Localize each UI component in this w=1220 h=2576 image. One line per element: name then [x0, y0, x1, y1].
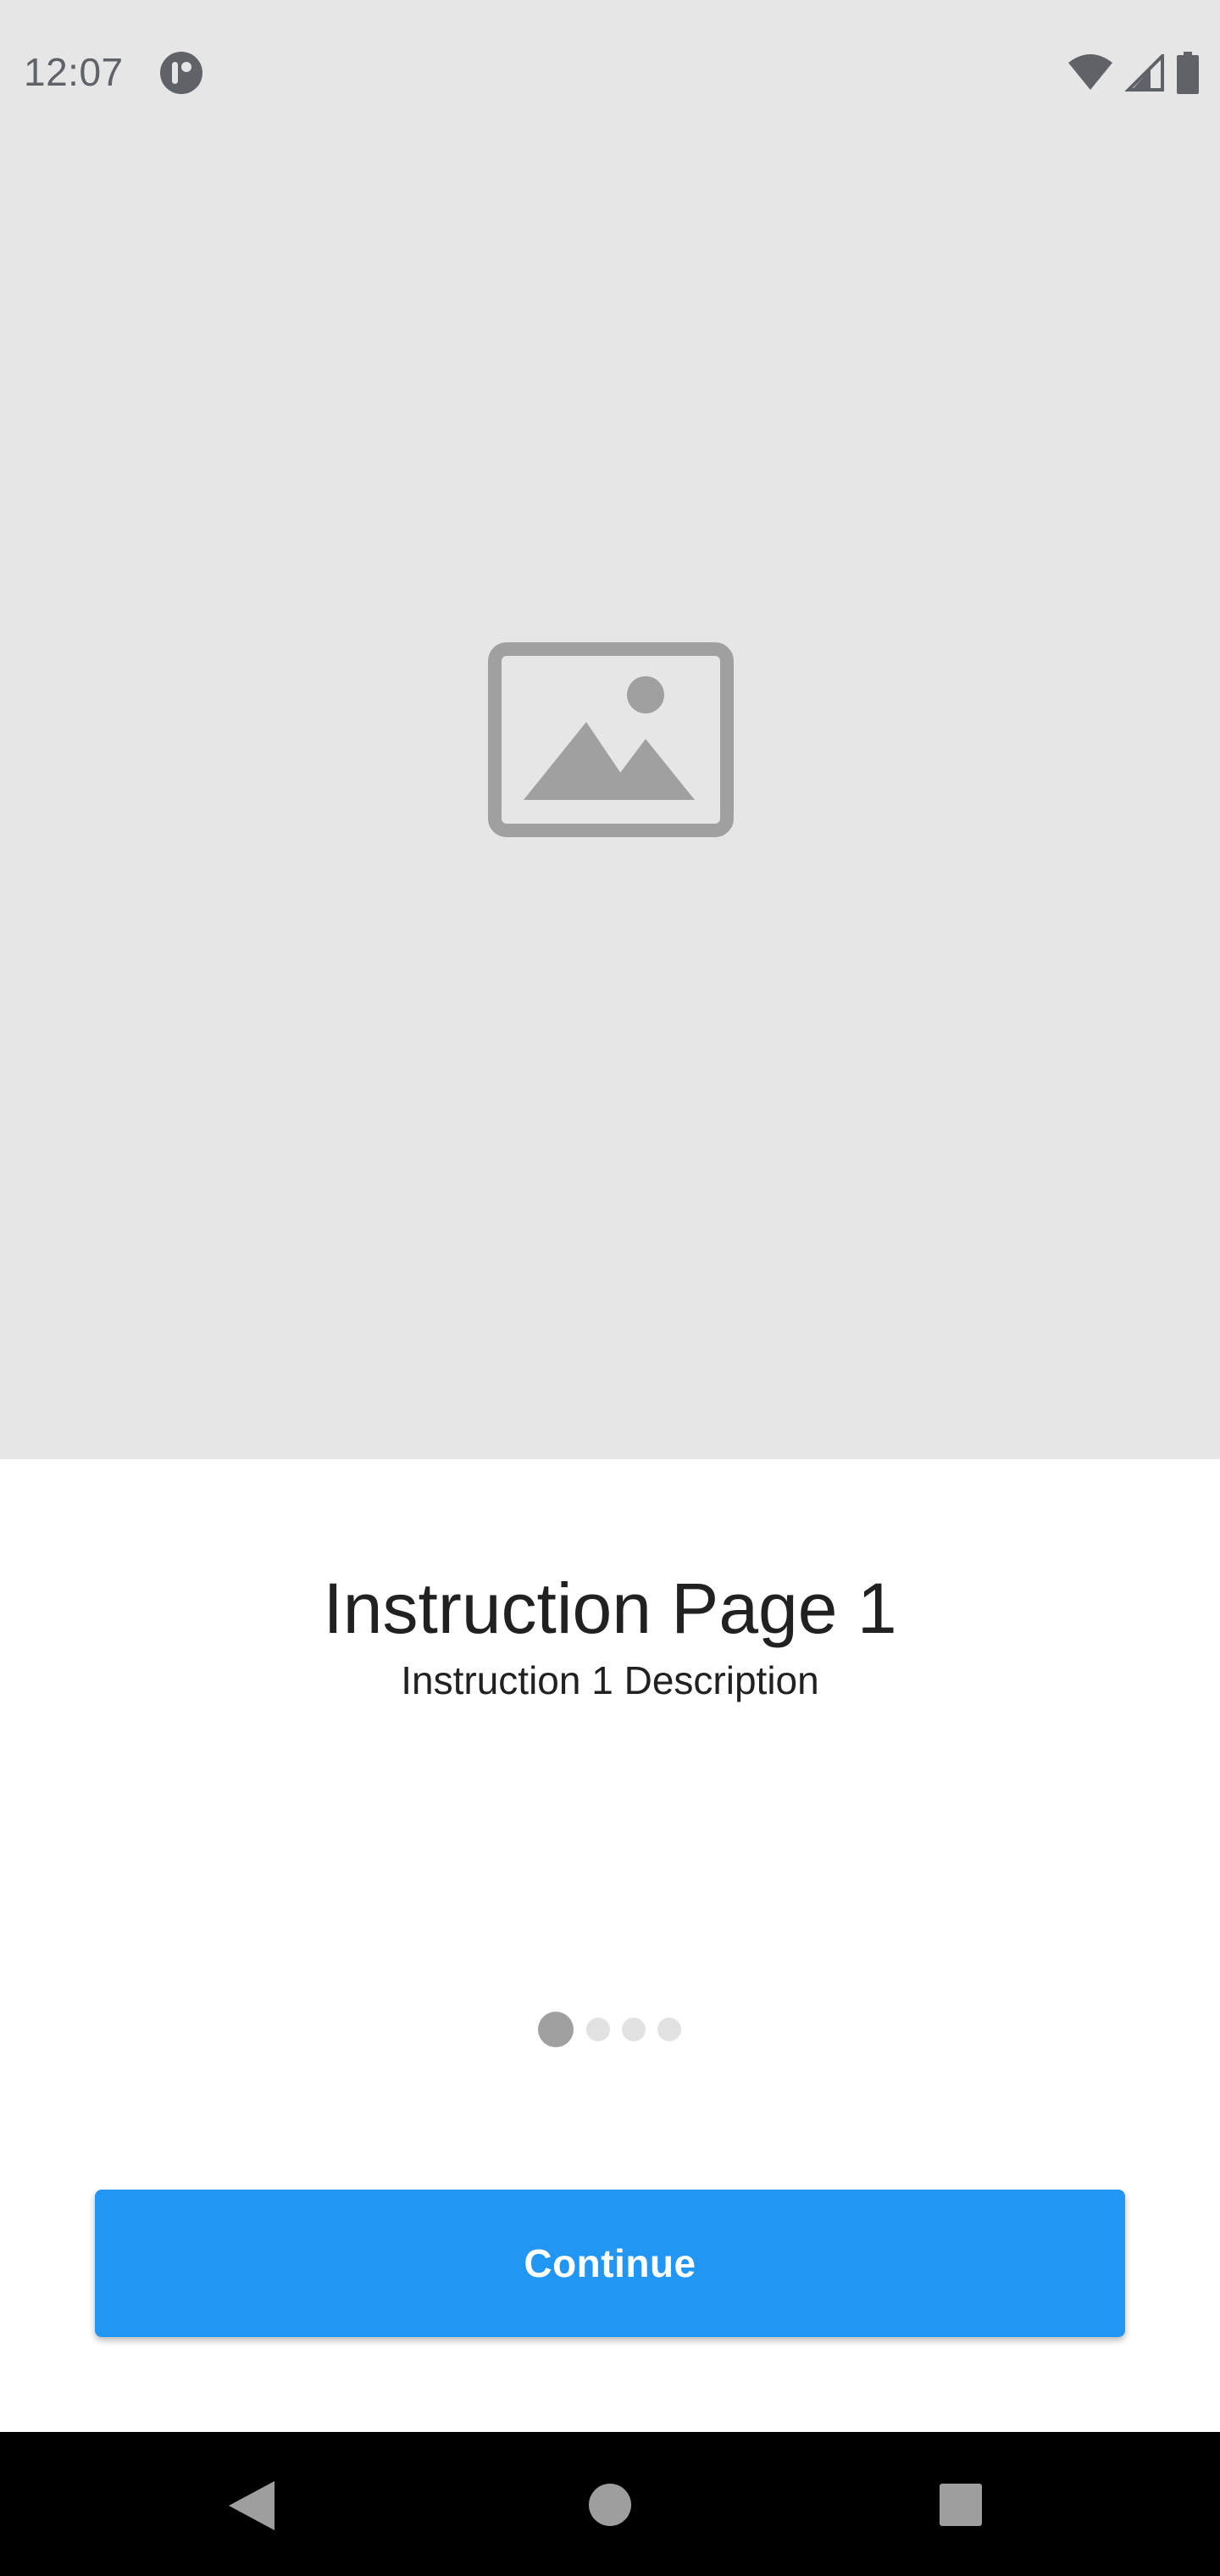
- hero-image-area: [0, 0, 1220, 1459]
- status-time: 12:07: [24, 50, 124, 94]
- page-dot[interactable]: [622, 2018, 646, 2041]
- instruction-screen: 12:07 Instruction Page 1 Instruction 1 D…: [0, 0, 1220, 2576]
- cellular-signal-icon: [1125, 54, 1164, 92]
- page-dot-active[interactable]: [538, 2012, 574, 2047]
- wifi-icon: [1068, 54, 1112, 90]
- back-icon[interactable]: [227, 2479, 276, 2532]
- status-icons: [1068, 51, 1200, 95]
- app-notification-icon: [160, 52, 202, 94]
- status-bar: 12:07: [0, 0, 1220, 146]
- page-dot[interactable]: [657, 2018, 681, 2041]
- page-title: Instruction Page 1: [323, 1568, 897, 1648]
- image-placeholder-icon: [488, 642, 734, 837]
- home-icon[interactable]: [588, 2483, 632, 2527]
- page-description: Instruction 1 Description: [401, 1658, 819, 1702]
- continue-button[interactable]: Continue: [95, 2190, 1125, 2337]
- page-indicator: [0, 2010, 1220, 2049]
- recents-icon[interactable]: [939, 2483, 983, 2527]
- navigation-bar: [0, 2432, 1220, 2576]
- battery-icon: [1177, 52, 1199, 94]
- page-dot[interactable]: [586, 2018, 610, 2041]
